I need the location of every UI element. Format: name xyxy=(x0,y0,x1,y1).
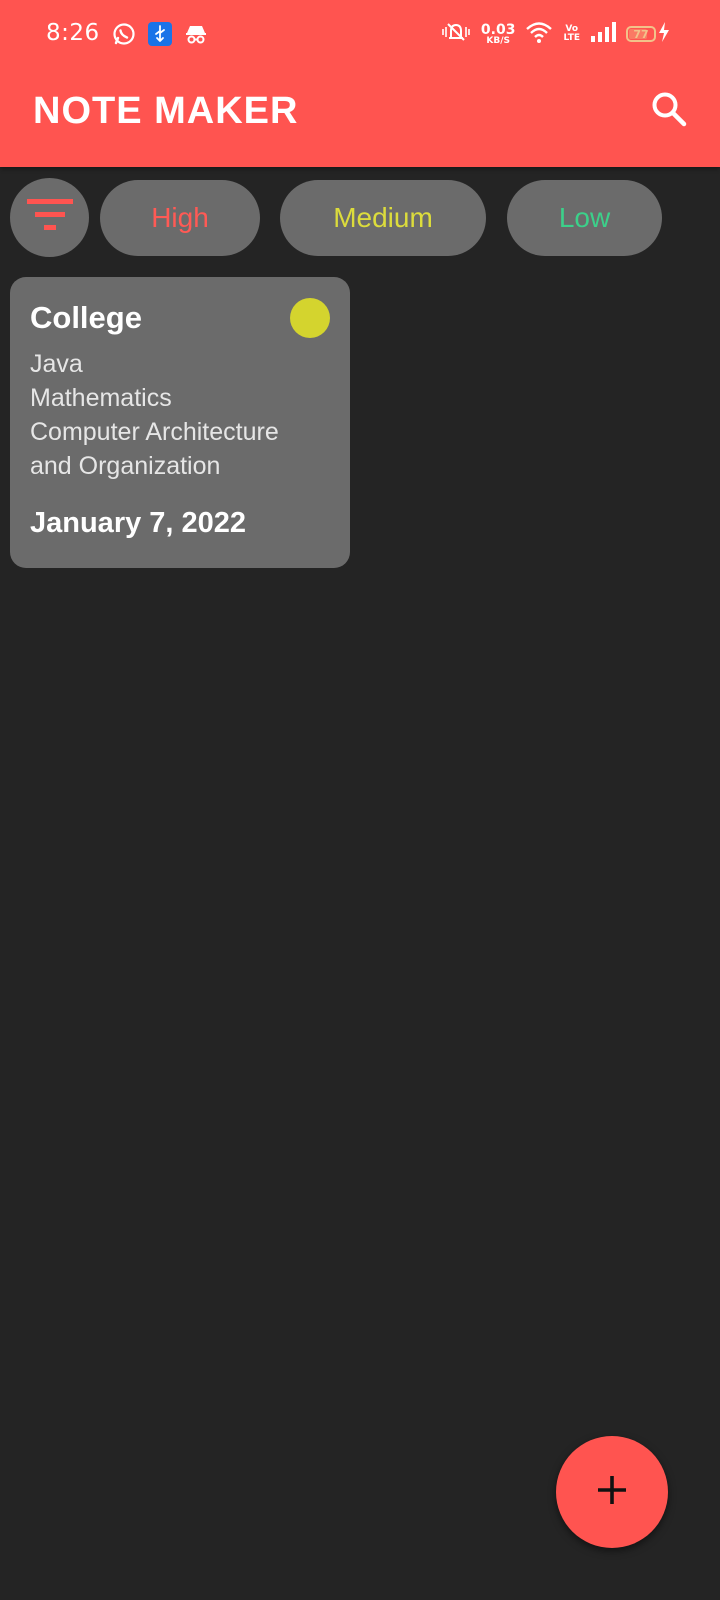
net-speed-unit: KB/S xyxy=(486,35,510,46)
battery-body: 77 xyxy=(626,26,656,42)
note-date: January 7, 2022 xyxy=(30,507,247,539)
note-body: Java Mathematics Computer Architecture a… xyxy=(30,347,330,483)
wifi-icon xyxy=(525,20,553,48)
chip-low-label: Low xyxy=(558,201,611,233)
search-icon xyxy=(650,90,688,132)
add-note-button[interactable] xyxy=(556,1436,668,1548)
filter-row: High Medium Low xyxy=(10,178,662,257)
volte-indicator: Vo LTE xyxy=(563,25,580,43)
priority-indicator xyxy=(290,298,330,338)
net-speed-value: 0.03 xyxy=(480,21,516,38)
note-card[interactable]: College Java Mathematics Computer Archit… xyxy=(10,277,350,568)
note-title: College xyxy=(30,300,142,335)
plus-icon xyxy=(595,1473,629,1511)
status-right-icons: 0.03 KB/S Vo LTE 77 xyxy=(441,20,670,48)
filter-icon xyxy=(26,198,73,237)
chip-high-label: High xyxy=(151,201,209,233)
whatsapp-icon xyxy=(112,22,136,50)
note-line: Computer Architecture xyxy=(30,418,279,446)
note-line: Mathematics xyxy=(30,384,172,412)
battery-level: 77 xyxy=(633,27,649,41)
app-bar: 8:26 0.03 KB/S Vo LTE 77 NOTE MAKER xyxy=(0,0,720,167)
note-line: Java xyxy=(30,350,83,378)
battery: 77 xyxy=(626,22,670,46)
charging-icon xyxy=(658,22,670,46)
incognito-icon xyxy=(184,22,208,50)
signal-icon xyxy=(590,21,616,47)
volte-bottom: LTE xyxy=(563,33,580,43)
chip-high[interactable]: High xyxy=(100,179,260,256)
search-button[interactable] xyxy=(646,88,692,134)
filter-button[interactable] xyxy=(10,178,89,257)
mute-icon xyxy=(441,20,471,48)
status-bar: 8:26 0.03 KB/S Vo LTE 77 xyxy=(0,0,720,72)
chip-medium-label: Medium xyxy=(333,201,433,233)
chip-medium[interactable]: Medium xyxy=(280,179,486,256)
status-left-icons xyxy=(112,22,208,50)
chip-low[interactable]: Low xyxy=(507,179,662,256)
usb-icon xyxy=(148,22,172,50)
status-time: 8:26 xyxy=(46,20,100,46)
app-title: NOTE MAKER xyxy=(33,90,299,132)
note-line: and Organization xyxy=(30,452,221,480)
net-speed: 0.03 KB/S xyxy=(481,23,516,46)
